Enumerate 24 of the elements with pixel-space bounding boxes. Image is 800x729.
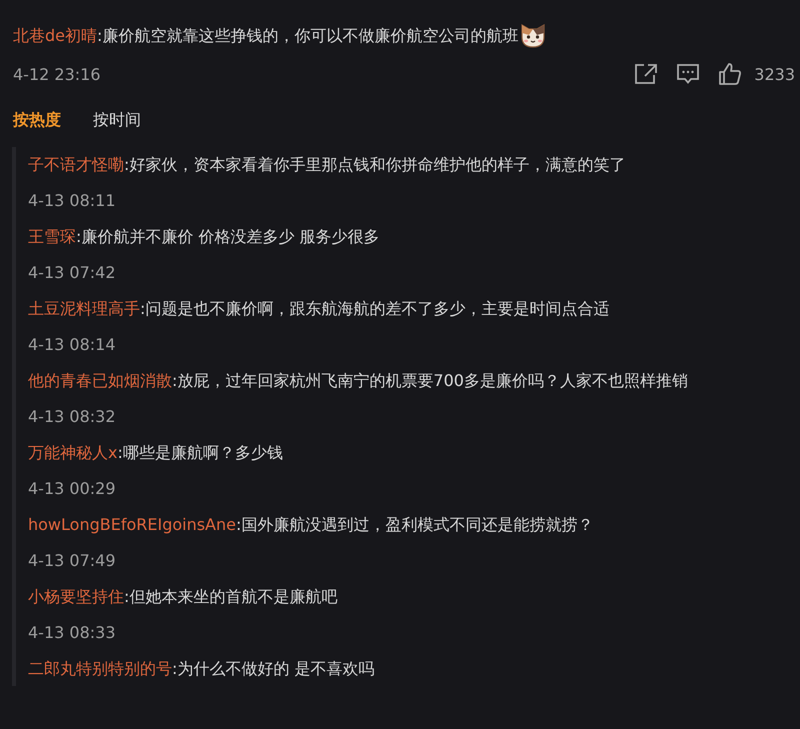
- thumbs-up-icon[interactable]: [718, 62, 742, 86]
- reply-text: howLongBEfoREIgoinsAne:国外廉航没遇到过，盈利模式不同还是能捞就捞？: [28, 514, 594, 536]
- reply-text: 王雪琛:廉价航并不廉价 价格没差多少 服务少很多: [28, 226, 381, 248]
- comment-icon[interactable]: [676, 63, 700, 85]
- share-icon[interactable]: [634, 63, 658, 85]
- reply-text: 万能神秘人x:哪些是廉航啊？多少钱: [28, 442, 284, 464]
- reply-time: 4-13 07:49: [28, 550, 117, 572]
- cat-face-icon: [519, 21, 548, 49]
- reply-time: 4-13 08:11: [28, 190, 117, 212]
- reply-text: 二郎丸特别特别的号:为什么不做好的 是不喜欢吗: [28, 658, 376, 680]
- like-count: 3233: [754, 64, 795, 84]
- sort-tab[interactable]: 按热度: [13, 110, 61, 130]
- reply-text: 他的青春已如烟消散:放屁，过年回家杭州飞南宁的机票要700多是廉价吗？人家不也照样推销: [28, 370, 689, 392]
- comment-time: 4-12 23:16: [13, 64, 101, 84]
- reply-time: 4-13 00:29: [28, 478, 117, 500]
- reply-time: 4-13 07:42: [28, 262, 117, 284]
- reply-time: 4-13 08:14: [28, 334, 117, 356]
- reply-time: 4-13 08:33: [28, 622, 117, 644]
- comment-text: 北巷de初晴:廉价航空就靠这些挣钱的，你可以不做廉价航空公司的航班: [13, 24, 518, 46]
- reply-time: 4-13 08:32: [28, 406, 117, 428]
- reply-text: 子不语才怪嘞:好家伙，资本家看着你手里那点钱和你拼命维护他的样子，满意的笑了: [28, 154, 626, 176]
- reply-text: 土豆泥料理高手:问题是也不廉价啊，跟东航海航的差不了多少，主要是时间点合适: [28, 298, 610, 320]
- sort-tab[interactable]: 按时间: [93, 110, 141, 130]
- reply-text: 小杨要坚持住:但她本来坐的首航不是廉航吧: [28, 586, 338, 608]
